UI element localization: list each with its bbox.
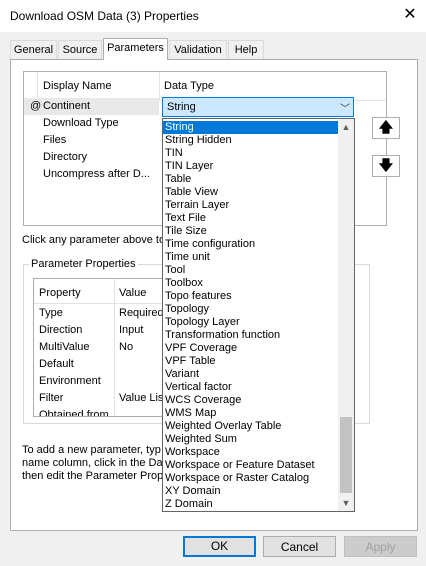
dropdown-option[interactable]: Toolbox — [163, 277, 340, 290]
property-name: Direction — [39, 324, 83, 336]
table-row[interactable]: Continent — [43, 100, 90, 112]
instruction-line: then edit the Parameter Prop — [22, 470, 164, 482]
dropdown-option[interactable]: String Hidden — [163, 134, 340, 147]
chevron-down-icon[interactable]: ﹀ — [340, 100, 350, 115]
tab-label: Source — [62, 44, 98, 56]
dropdown-option[interactable]: Time unit — [163, 251, 340, 264]
dropdown-option[interactable]: Topology Layer — [163, 316, 340, 329]
dropdown-option[interactable]: WCS Coverage — [163, 394, 340, 407]
apply-button[interactable]: Apply — [344, 536, 417, 557]
tab-parameters[interactable]: Parameters — [103, 38, 168, 60]
dropdown-option[interactable]: Table — [163, 173, 340, 186]
column-header-display-name: Display Name — [43, 80, 112, 92]
chevron-down-icon[interactable]: ▼ — [338, 495, 354, 511]
dropdown-option[interactable]: WMS Map — [163, 407, 340, 420]
property-value[interactable]: Input — [119, 324, 143, 336]
dropdown-option[interactable]: Table View — [163, 186, 340, 199]
column-divider — [159, 72, 160, 100]
property-name: Environment — [39, 375, 101, 387]
property-name: Type — [39, 307, 63, 319]
close-icon[interactable]: ✕ — [400, 5, 420, 25]
dropdown-option[interactable]: VPF Coverage — [163, 342, 340, 355]
dropdown-option[interactable]: String — [163, 121, 340, 134]
property-value[interactable]: Value List — [119, 392, 167, 404]
tab-label: Validation — [174, 44, 222, 56]
dropdown-option[interactable]: Tile Size — [163, 225, 340, 238]
ok-button[interactable]: OK — [183, 536, 256, 557]
dropdown-option[interactable]: TIN — [163, 147, 340, 160]
tab-label: Parameters — [107, 42, 164, 54]
dropdown-option[interactable]: XY Domain — [163, 485, 340, 498]
dropdown-scrollbar[interactable]: ▲ ▼ — [338, 119, 354, 511]
property-value[interactable]: No — [119, 341, 133, 353]
column-header-value: Value — [119, 287, 147, 299]
property-name: MultiValue — [39, 341, 90, 353]
cancel-button[interactable]: Cancel — [263, 536, 336, 557]
dropdown-option[interactable]: Topology — [163, 303, 340, 316]
dropdown-option[interactable]: Z Domain — [163, 498, 340, 511]
dropdown-option[interactable]: Workspace — [163, 446, 340, 459]
dropdown-option[interactable]: Tool — [163, 264, 340, 277]
instruction-line: To add a new parameter, typ — [22, 444, 161, 456]
move-up-button[interactable]: 🡅 — [372, 117, 400, 139]
table-row[interactable]: Directory — [43, 151, 87, 163]
column-divider — [114, 279, 115, 416]
property-name: Default — [39, 358, 74, 370]
arrow-down-icon: 🡇 — [378, 157, 394, 173]
property-name: Filter — [39, 392, 64, 404]
dropdown-option[interactable]: Weighted Sum — [163, 433, 340, 446]
dropdown-option[interactable]: Workspace or Raster Catalog — [163, 472, 340, 485]
dropdown-option[interactable]: Topo features — [163, 290, 340, 303]
table-row[interactable]: Download Type — [43, 117, 119, 129]
column-header-property: Property — [39, 287, 81, 299]
dropdown-option[interactable]: Time configuration — [163, 238, 340, 251]
dropdown-option[interactable]: Terrain Layer — [163, 199, 340, 212]
data-type-dropdown-list[interactable]: String String Hidden TIN TIN Layer Table Tabl… — [162, 118, 355, 512]
dropdown-option[interactable]: Transformation function — [163, 329, 340, 342]
tab-help[interactable]: Help — [228, 40, 264, 59]
property-name: Obtained from — [39, 409, 109, 417]
tab-general[interactable]: General — [10, 40, 57, 59]
scrollbar-thumb[interactable] — [340, 417, 352, 493]
property-value[interactable]: Required — [119, 307, 164, 319]
tab-label: Help — [234, 44, 258, 56]
dropdown-option[interactable]: VPF Table — [163, 355, 340, 368]
move-down-button[interactable]: 🡇 — [372, 155, 400, 177]
dropdown-option[interactable]: Vertical factor — [163, 381, 340, 394]
dropdown-option[interactable]: Variant — [163, 368, 340, 381]
arrow-up-icon: 🡅 — [378, 119, 394, 135]
hint-text: Click any parameter above to — [22, 234, 166, 246]
dropdown-option[interactable]: Text File — [163, 212, 340, 225]
table-row[interactable]: Files — [43, 134, 66, 146]
data-type-combobox[interactable]: String ﹀ — [162, 97, 354, 117]
dropdown-option[interactable]: Workspace or Feature Dataset — [163, 459, 340, 472]
dropdown-option[interactable]: TIN Layer — [163, 160, 340, 173]
column-header-data-type: Data Type — [164, 80, 214, 92]
combobox-value: String — [167, 101, 196, 113]
chevron-up-icon[interactable]: ▲ — [338, 119, 354, 135]
dropdown-option[interactable]: Weighted Overlay Table — [163, 420, 340, 433]
instruction-line: name column, click in the Data — [22, 457, 172, 469]
tab-label: General — [13, 44, 54, 56]
tab-source[interactable]: Source — [58, 40, 102, 59]
table-row[interactable]: Uncompress after D... — [43, 168, 150, 180]
window-title: Download OSM Data (3) Properties — [10, 9, 199, 23]
group-legend: Parameter Properties — [29, 258, 138, 270]
title-bar: Download OSM Data (3) Properties ✕ — [0, 0, 426, 32]
row-marker: @ — [30, 100, 42, 112]
column-divider — [37, 72, 38, 100]
tab-validation[interactable]: Validation — [169, 40, 227, 59]
